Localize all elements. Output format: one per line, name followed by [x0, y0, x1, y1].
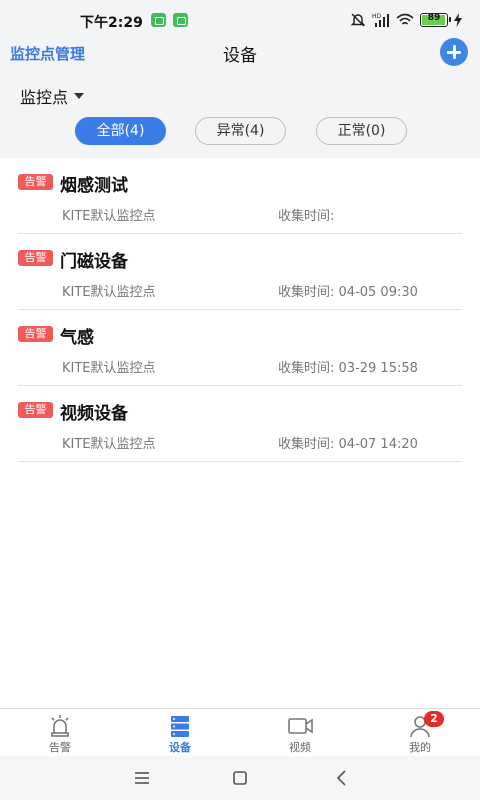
tab-device[interactable]: 设备: [120, 709, 240, 757]
alarm-badge: 告警: [18, 402, 53, 418]
tab-mine[interactable]: 2 我的: [360, 709, 480, 757]
unread-badge: 2: [424, 711, 444, 727]
header: 监控点管理 设备 监控点 全部(4) 异常(4) 正常(0): [0, 38, 480, 158]
video-camera-icon: [288, 718, 313, 734]
monitor-point: KITE默认监控点: [62, 209, 156, 224]
alarm-icon: [51, 715, 69, 737]
collect-time: 收集时间:: [278, 209, 335, 224]
page-title: 设备: [223, 46, 257, 66]
monitor-point: KITE默认监控点: [62, 361, 156, 376]
notification-icon: [151, 13, 166, 27]
device-list: 告警 烟感测试 KITE默认监控点 收集时间: 告警 门磁设备 KITE默认监控…: [0, 158, 480, 462]
device-name: 门磁设备: [60, 252, 128, 272]
device-item[interactable]: 告警 视频设备 KITE默认监控点 收集时间: 04-07 14:20: [18, 386, 462, 462]
status-filter-tabs: 全部(4) 异常(4) 正常(0): [0, 117, 480, 147]
add-device-button[interactable]: [440, 38, 468, 66]
collect-time: 收集时间: 03-29 15:58: [278, 361, 418, 376]
tab-label: 设备: [169, 741, 191, 754]
tab-alarm[interactable]: 告警: [0, 709, 120, 757]
signal-icon: HD: [372, 13, 389, 27]
svg-text:HD: HD: [372, 13, 382, 20]
battery-icon: 89: [420, 13, 451, 27]
bottom-tab-bar: 告警 设备 视频 2 我的: [0, 708, 480, 756]
device-item[interactable]: 告警 气感 KITE默认监控点 收集时间: 03-29 15:58: [18, 310, 462, 386]
back-icon[interactable]: [330, 768, 354, 788]
tab-label: 我的: [409, 741, 431, 754]
tab-all[interactable]: 全部(4): [75, 117, 166, 145]
device-name: 气感: [60, 328, 94, 348]
home-icon[interactable]: [228, 768, 252, 788]
battery-level: 89: [427, 13, 441, 23]
monitor-point: KITE默认监控点: [62, 437, 156, 452]
tab-label: 告警: [49, 741, 71, 754]
status-bar: 下午2:29 HD 89: [0, 0, 480, 38]
notification-icon: [173, 13, 188, 27]
monitor-point: KITE默认监控点: [62, 285, 156, 300]
alarm-badge: 告警: [18, 174, 53, 190]
collect-time: 收集时间: 04-05 09:30: [278, 285, 418, 300]
charging-icon: [454, 13, 462, 27]
mute-icon: [350, 13, 366, 27]
tab-label: 视频: [289, 741, 311, 754]
alarm-badge: 告警: [18, 250, 53, 266]
tab-abnormal[interactable]: 异常(4): [195, 117, 286, 145]
collect-time: 收集时间: 04-07 14:20: [278, 437, 418, 452]
system-nav-bar: [0, 756, 480, 800]
device-item[interactable]: 告警 门磁设备 KITE默认监控点 收集时间: 04-05 09:30: [18, 234, 462, 310]
device-server-icon: [171, 716, 189, 737]
device-name: 视频设备: [60, 404, 128, 424]
tab-normal[interactable]: 正常(0): [316, 117, 407, 145]
menu-icon[interactable]: [130, 768, 154, 788]
monitor-point-dropdown[interactable]: 监控点: [20, 84, 85, 108]
alarm-badge: 告警: [18, 326, 53, 342]
caret-down-icon: [74, 93, 85, 99]
device-item[interactable]: 告警 烟感测试 KITE默认监控点 收集时间:: [18, 158, 462, 234]
status-icons: HD 89: [350, 10, 462, 30]
tab-video[interactable]: 视频: [240, 709, 360, 757]
wifi-icon: [396, 13, 414, 25]
status-time: 下午2:29: [80, 15, 143, 31]
dropdown-label: 监控点: [20, 88, 69, 107]
device-name: 烟感测试: [60, 176, 128, 196]
